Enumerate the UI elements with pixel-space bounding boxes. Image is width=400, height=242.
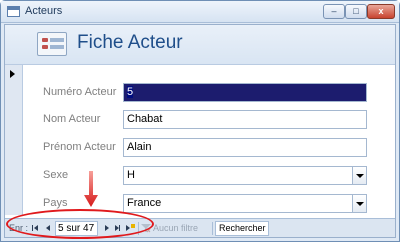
sexe-combobox[interactable]: H (123, 166, 367, 185)
app-icon (7, 6, 20, 17)
form-detail: Numéro Acteur 5 Nom Acteur Chabat Prénom… (23, 65, 395, 215)
form-icon (37, 32, 67, 56)
form-client-area: Fiche Acteur Numéro Acteur 5 Nom Acteur … (4, 24, 396, 238)
pays-label: Pays (43, 197, 68, 209)
minimize-button[interactable]: – (323, 4, 345, 19)
annotation-ellipse (6, 209, 154, 239)
nom-acteur-field[interactable]: Chabat (123, 110, 367, 129)
annotation-arrow (84, 171, 98, 207)
record-selector[interactable] (5, 65, 23, 215)
form-header: Fiche Acteur (5, 25, 395, 65)
filter-status[interactable]: Aucun filtre (153, 223, 198, 233)
numero-acteur-row: Numéro Acteur 5 (23, 83, 395, 103)
record-selector-arrow-icon (10, 70, 15, 78)
sexe-label: Sexe (43, 169, 69, 181)
numero-acteur-value: 5 (127, 86, 134, 98)
nom-acteur-label: Nom Acteur (43, 113, 101, 125)
sexe-row: Sexe H (23, 166, 395, 186)
sexe-value: H (127, 169, 135, 181)
numero-acteur-label: Numéro Acteur (43, 86, 117, 98)
form-title: Fiche Acteur (77, 32, 183, 53)
prenom-acteur-row: Prénom Acteur Alain (23, 138, 395, 158)
prenom-acteur-field[interactable]: Alain (123, 138, 367, 157)
close-button[interactable]: x (367, 4, 395, 19)
nom-acteur-row: Nom Acteur Chabat (23, 110, 395, 130)
search-input[interactable]: Rechercher (215, 221, 269, 236)
window-title: Acteurs (25, 5, 63, 17)
pays-dropdown-arrow-icon[interactable] (352, 195, 366, 212)
prenom-acteur-label: Prénom Acteur (43, 141, 116, 153)
title-bar[interactable]: Acteurs – □ x (1, 1, 399, 23)
pays-combobox[interactable]: France (123, 194, 367, 213)
form-window: Acteurs – □ x Fiche Acteur Numéro Acteur… (0, 0, 400, 242)
pays-value: France (127, 197, 162, 209)
nav-separator (212, 222, 213, 235)
maximize-button[interactable]: □ (345, 4, 367, 19)
numero-acteur-field[interactable]: 5 (123, 83, 367, 102)
sexe-dropdown-arrow-icon[interactable] (352, 167, 366, 184)
